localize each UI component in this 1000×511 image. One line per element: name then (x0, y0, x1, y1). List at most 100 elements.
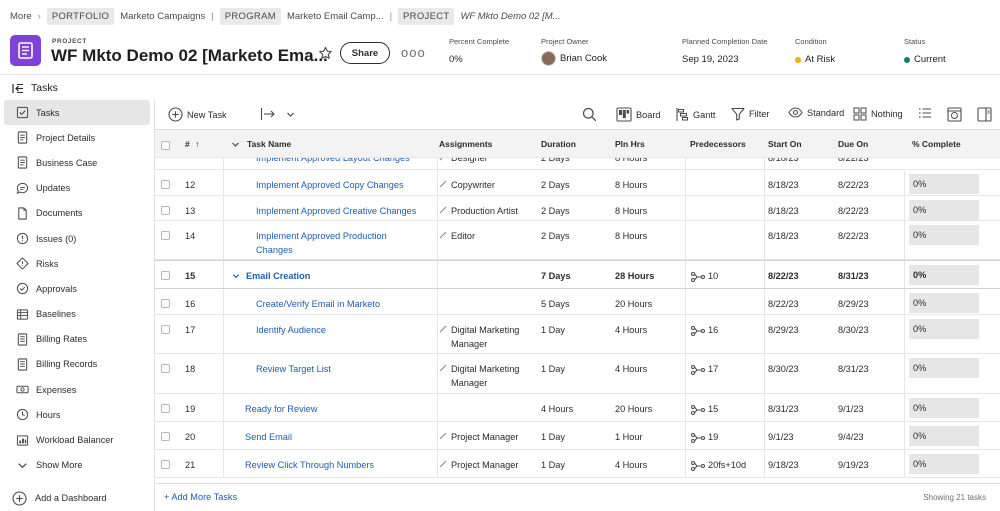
assignment-value[interactable]: Project Manager (451, 460, 518, 470)
status-field[interactable]: Status Current (904, 37, 946, 65)
percent-complete-bar[interactable]: 0% (909, 265, 979, 285)
sidebar-item-documents[interactable]: Documents (4, 201, 150, 226)
add-dashboard-button[interactable]: Add a Dashboard (0, 486, 155, 510)
row-checkbox[interactable] (161, 325, 170, 334)
predecessor-cell[interactable] (685, 170, 765, 195)
predecessor-cell[interactable] (685, 289, 765, 314)
task-name-link[interactable]: Review Click Through Numbers (245, 460, 374, 470)
start-date-value[interactable]: 8/22/23 (768, 261, 836, 288)
duration-value[interactable]: 2 Days (541, 221, 611, 259)
predecessor-cell[interactable]: 16 (685, 315, 765, 353)
assignment-value[interactable]: Manager (451, 339, 487, 349)
grouping-selector[interactable]: Nothing (853, 107, 903, 121)
star-icon[interactable] (318, 46, 333, 61)
more-options-icon[interactable]: ooo (401, 45, 426, 60)
add-more-tasks-link[interactable]: + Add More Tasks (164, 492, 237, 502)
row-checkbox[interactable] (161, 404, 170, 413)
percent-complete-bar[interactable]: 0% (909, 200, 979, 220)
board-button[interactable]: Board (616, 107, 661, 122)
filter-button[interactable]: Filter (731, 107, 769, 121)
assignment-value[interactable] (439, 289, 537, 314)
list-view-button[interactable] (918, 107, 932, 119)
indent-menu-button[interactable] (260, 107, 295, 121)
duration-value[interactable]: 4 Hours (541, 394, 611, 421)
predecessor-cell[interactable] (685, 221, 765, 259)
task-name-link[interactable]: Create/Verify Email in Marketo (256, 299, 380, 309)
sidebar-item-tasks[interactable]: Tasks (4, 100, 150, 126)
start-date-value[interactable]: 8/18/23 (768, 196, 836, 220)
percent-complete-bar[interactable]: 0% (909, 225, 979, 245)
share-button[interactable]: Share (340, 42, 390, 64)
chevron-down-icon[interactable] (232, 272, 240, 280)
due-date-value[interactable]: 8/31/23 (838, 354, 906, 393)
task-name-link[interactable]: Send Email (245, 432, 292, 442)
collapse-panel-icon[interactable] (12, 83, 24, 94)
sidebar-item-show-more[interactable]: Show More (4, 453, 150, 478)
sidebar-item-expenses[interactable]: Expenses (4, 377, 150, 402)
due-date-value[interactable]: 8/31/23 (838, 261, 906, 288)
sidebar-item-project-details[interactable]: Project Details (4, 125, 150, 150)
sidebar-item-business-case[interactable]: Business Case (4, 150, 150, 175)
sidebar-item-baselines[interactable]: Baselines (4, 302, 150, 327)
sidebar-item-approvals[interactable]: Approvals (4, 276, 150, 301)
table-row[interactable]: 15 Email Creation 7 Days 28 Hours 10 8/2… (155, 260, 1000, 289)
sidebar-item-hours[interactable]: Hours (4, 402, 150, 427)
assignment-value[interactable]: Editor (451, 231, 475, 241)
assignment-value[interactable] (439, 394, 537, 421)
row-checkbox[interactable] (161, 364, 170, 373)
row-checkbox[interactable] (161, 460, 170, 469)
table-row[interactable]: 20 Send Email Project Manager 1 Day 1 Ho… (155, 422, 1000, 450)
sidebar-item-risks[interactable]: Risks (4, 251, 150, 276)
assignment-value[interactable] (439, 261, 537, 288)
table-row[interactable]: 13 Implement Approved Creative Changes P… (155, 196, 1000, 221)
duration-value[interactable]: 1 Day (541, 450, 611, 477)
planned-hours-value[interactable]: 20 Hours (615, 394, 685, 421)
column-header-start-on[interactable]: Start On (768, 130, 836, 157)
task-name-link[interactable]: Ready for Review (245, 404, 318, 414)
column-header-predecessors[interactable]: Predecessors (685, 130, 765, 157)
start-date-value[interactable]: 8/18/23 (768, 170, 836, 195)
breadcrumb-portfolio-link[interactable]: Marketo Campaigns (120, 11, 205, 22)
start-date-value[interactable]: 8/31/23 (768, 394, 836, 421)
task-name-link[interactable]: Implement Approved Production (256, 231, 387, 241)
row-checkbox[interactable] (161, 271, 170, 280)
table-row[interactable]: 12 Implement Approved Copy Changes Copyw… (155, 170, 1000, 196)
row-checkbox[interactable] (161, 206, 170, 215)
predecessor-cell[interactable]: 17 (685, 354, 765, 393)
percent-complete-bar[interactable]: 0% (909, 454, 979, 474)
assignment-value[interactable]: Manager (451, 378, 487, 388)
duration-value[interactable]: 1 Day (541, 422, 611, 449)
start-date-value[interactable]: 9/1/23 (768, 422, 836, 449)
task-name-link[interactable]: Identify Audience (256, 325, 326, 335)
duration-value[interactable]: 7 Days (541, 261, 611, 288)
timeline-button[interactable] (947, 107, 962, 122)
duration-value[interactable]: 1 Day (541, 354, 611, 393)
percent-complete-bar[interactable]: 0% (909, 293, 979, 313)
task-name-link[interactable]: Email Creation (246, 271, 310, 281)
start-date-value[interactable]: 8/22/23 (768, 289, 836, 314)
column-header-percent-complete[interactable]: % Complete (904, 130, 1000, 157)
planned-hours-value[interactable]: 4 Hours (615, 315, 685, 353)
due-date-value[interactable]: 9/19/23 (838, 450, 906, 477)
row-checkbox[interactable] (161, 231, 170, 240)
column-header-planned-hours[interactable]: Pln Hrs (615, 130, 685, 157)
chevron-down-icon[interactable] (231, 140, 240, 149)
planned-hours-value[interactable]: 4 Hours (615, 450, 685, 477)
planned-hours-value[interactable]: 8 Hours (615, 196, 685, 220)
planned-hours-value[interactable]: 8 Hours (615, 170, 685, 195)
select-all-checkbox[interactable] (161, 141, 170, 150)
column-header-number[interactable]: # ↑ (185, 130, 225, 157)
start-date-value[interactable]: 9/18/23 (768, 450, 836, 477)
due-date-value[interactable]: 8/22/23 (838, 221, 906, 259)
percent-complete-bar[interactable]: 0% (909, 426, 979, 446)
planned-hours-value[interactable]: 4 Hours (615, 354, 685, 393)
predecessor-cell[interactable]: 10 (685, 261, 765, 288)
search-button[interactable] (582, 107, 597, 122)
planned-hours-value[interactable]: 1 Hour (615, 422, 685, 449)
assignment-value[interactable]: Digital Marketing (451, 364, 519, 374)
row-checkbox[interactable] (161, 299, 170, 308)
duration-value[interactable]: 5 Days (541, 289, 611, 314)
table-row[interactable]: 19 Ready for Review 4 Hours 20 Hours 15 … (155, 394, 1000, 422)
row-checkbox[interactable] (161, 432, 170, 441)
task-name-link[interactable]: Changes (256, 245, 293, 255)
